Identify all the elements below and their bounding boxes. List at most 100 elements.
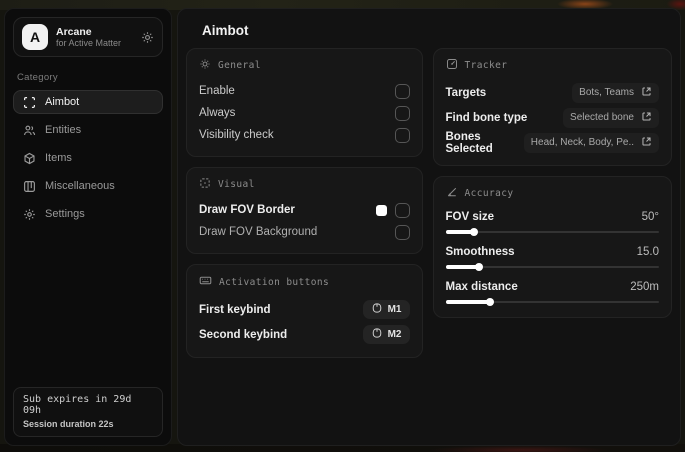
columns-icon [23, 180, 36, 193]
brand-subtitle: for Active Matter [56, 37, 122, 48]
sidebar-item-label: Aimbot [45, 96, 80, 108]
setting-label: Always [199, 107, 236, 119]
expand-icon [641, 111, 652, 125]
setting-label: Draw FOV Border [199, 204, 295, 216]
select-value: Bots, Teams [579, 87, 634, 98]
keybind-value: M1 [387, 304, 402, 315]
setting-row: Draw FOV Border [199, 199, 410, 221]
card-title: Tracker [464, 60, 508, 71]
select-value: Selected bone [570, 112, 634, 123]
gear-icon [23, 208, 36, 221]
slider-row: Smoothness 15.0 [445, 243, 659, 272]
sidebar-item-settings[interactable]: Settings [13, 202, 163, 226]
slider-row: Max distance 250m [445, 278, 659, 307]
cheat-menu-window: A Arcane for Active Matter Category Aimb… [0, 0, 685, 452]
second-keybind-button[interactable]: M2 [362, 325, 410, 344]
slider-value: 15.0 [636, 246, 659, 258]
card-title: Visual [218, 179, 255, 190]
category-label: Category [17, 72, 58, 83]
fov-border-color-swatch[interactable] [375, 204, 387, 216]
setting-label: Enable [199, 85, 235, 97]
slider-value: 50° [641, 211, 659, 223]
sidebar-item-label: Miscellaneous [45, 180, 115, 192]
page-title: Aimbot [202, 23, 249, 38]
card-title: Accuracy [464, 188, 514, 199]
keybind-value: M2 [387, 329, 402, 340]
setting-row: Draw FOV Background [199, 221, 410, 243]
activation-buttons-card: Activation buttons First keybind M1 Seco… [186, 264, 423, 358]
always-checkbox[interactable] [394, 105, 410, 121]
sidebar-item-label: Entities [45, 124, 82, 136]
gear-icon[interactable] [141, 31, 154, 44]
session-duration-text: Session duration 22s [23, 419, 114, 429]
slider-fill[interactable] [445, 298, 495, 306]
setting-row: Visibility check [199, 124, 410, 146]
brand-title: Arcane [56, 25, 92, 38]
mouse-icon [371, 303, 383, 316]
slider-label: Max distance [445, 281, 518, 293]
select-row: Find bone type Selected bone [445, 105, 659, 130]
sidebar-item-miscellaneous[interactable]: Miscellaneous [13, 174, 163, 198]
brand-logo: A [22, 24, 48, 50]
visual-card: Visual Draw FOV Border Draw FOV Backgrou… [186, 167, 423, 254]
card-title: Activation buttons [219, 276, 330, 288]
cube-icon [23, 152, 36, 165]
radar-icon [446, 58, 458, 73]
keybind-row: Second keybind M2 [199, 322, 410, 347]
targets-select[interactable]: Bots, Teams [572, 82, 659, 103]
sub-expires-text: Sub expires in 29d 09h [23, 394, 132, 416]
fov-size-slider[interactable] [445, 227, 659, 237]
slider-label: Smoothness [445, 246, 515, 258]
sidebar-item-items[interactable]: Items [13, 146, 163, 170]
subscription-info-box: Sub expires in 29d 09h Session duration … [13, 387, 163, 437]
mouse-icon [371, 328, 383, 341]
visibility-check-checkbox[interactable] [394, 127, 410, 143]
select-label: Targets [445, 86, 487, 99]
keybind-row: First keybind M1 [199, 297, 410, 322]
angle-icon [446, 186, 458, 201]
sun-settings-icon [199, 58, 211, 73]
expand-icon [641, 136, 652, 150]
accuracy-card: Accuracy FOV size 50° Smoothness 15.0 Ma… [432, 176, 672, 318]
sidebar-item-label: Items [45, 152, 72, 164]
keyboard-icon [199, 274, 212, 290]
general-card: General Enable Always Visibility check [186, 48, 423, 157]
select-label: Find bone type [445, 111, 528, 124]
draw-fov-background-checkbox[interactable] [394, 224, 410, 240]
sidebar-item-entities[interactable]: Entities [13, 118, 163, 142]
frame-icon [199, 177, 211, 192]
keybind-label: First keybind [199, 303, 271, 316]
slider-row: FOV size 50° [445, 208, 659, 237]
slider-label: FOV size [445, 211, 495, 223]
select-label: Bones Selected [445, 130, 493, 155]
sidebar-item-label: Settings [45, 208, 85, 220]
slider-fill[interactable] [445, 228, 479, 236]
brand-header: A Arcane for Active Matter [13, 17, 163, 57]
sidebar: A Arcane for Active Matter Category Aimb… [4, 8, 172, 446]
select-row: Targets Bots, Teams [445, 80, 659, 105]
select-value: Head, Neck, Body, Pe.. [530, 137, 634, 148]
expand-icon [641, 86, 652, 100]
enable-checkbox[interactable] [394, 83, 410, 99]
setting-row: Enable [199, 80, 410, 102]
category-nav: Aimbot Entities Items Miscellaneous Sett… [13, 90, 163, 226]
bones-selected-select[interactable]: Head, Neck, Body, Pe.. [523, 132, 659, 153]
find-bone-type-select[interactable]: Selected bone [563, 107, 659, 128]
people-icon [23, 124, 36, 137]
setting-row: Always [199, 102, 410, 124]
tracker-card: Tracker Targets Bots, Teams Find bone ty… [432, 48, 672, 166]
setting-label: Draw FOV Background [199, 226, 318, 238]
draw-fov-border-checkbox[interactable] [394, 202, 410, 218]
main-panel: Aimbot General Enable Always Visibility … [177, 8, 681, 446]
slider-fill[interactable] [445, 263, 483, 271]
crosshair-scan-icon [23, 96, 36, 109]
setting-label: Visibility check [199, 129, 274, 141]
smoothness-slider[interactable] [445, 262, 659, 272]
select-row: Bones Selected Head, Neck, Body, Pe.. [445, 130, 659, 155]
first-keybind-button[interactable]: M1 [362, 300, 410, 319]
keybind-label: Second keybind [199, 328, 288, 341]
max-distance-slider[interactable] [445, 297, 659, 307]
sidebar-item-aimbot[interactable]: Aimbot [13, 90, 163, 114]
card-title: General [218, 60, 261, 71]
slider-value: 250m [630, 281, 659, 293]
